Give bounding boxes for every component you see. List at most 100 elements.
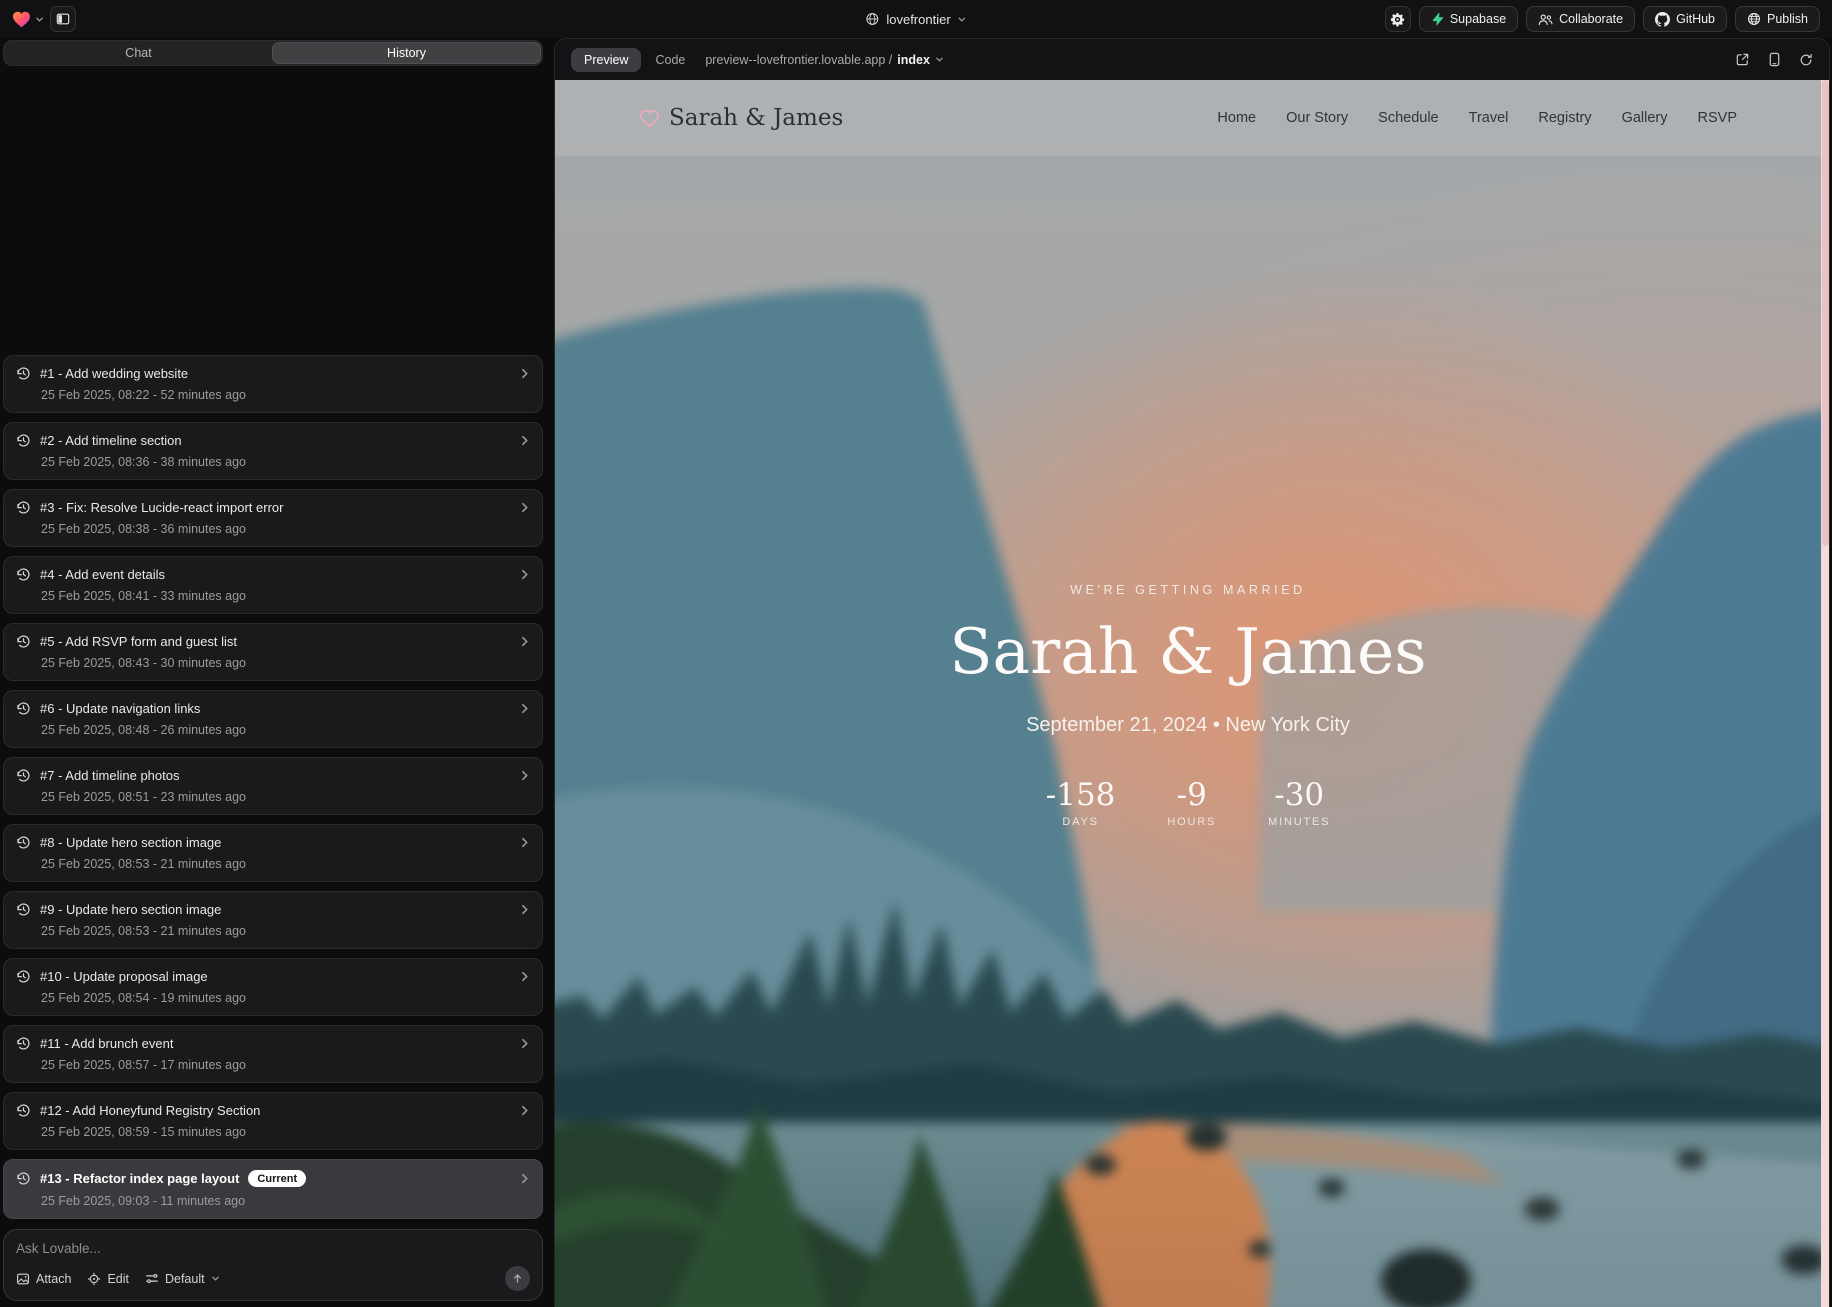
history-item[interactable]: #12 - Add Honeyfund Registry Section 25 … (3, 1092, 543, 1150)
history-item-title: #7 - Add timeline photos (40, 768, 179, 783)
attach-image-icon (16, 1272, 30, 1286)
prompt-input[interactable]: Ask Lovable... (16, 1241, 530, 1256)
countdown-item: -30 MINUTES (1268, 777, 1330, 828)
countdown-label: DAYS (1046, 816, 1116, 828)
tab-history[interactable]: History (272, 42, 541, 64)
history-item[interactable]: #7 - Add timeline photos 25 Feb 2025, 08… (3, 757, 543, 815)
history-item-timestamp: 25 Feb 2025, 08:48 - 26 minutes ago (41, 723, 530, 737)
history-item-timestamp: 25 Feb 2025, 08:53 - 21 minutes ago (41, 857, 530, 871)
model-select[interactable]: Default (145, 1272, 220, 1286)
gear-icon (1390, 12, 1405, 27)
history-item-title: #1 - Add wedding website (40, 366, 188, 381)
preview-url-page: index (897, 53, 930, 67)
history-item[interactable]: #11 - Add brunch event 25 Feb 2025, 08:5… (3, 1025, 543, 1083)
publish-button[interactable]: Publish (1735, 6, 1820, 32)
history-item[interactable]: #8 - Update hero section image 25 Feb 20… (3, 824, 543, 882)
site-nav-link[interactable]: Registry (1538, 110, 1591, 126)
arrow-up-icon (512, 1273, 523, 1284)
preview-scrollbar-thumb[interactable] (1822, 80, 1829, 546)
send-button[interactable] (505, 1266, 530, 1291)
history-item-title: #3 - Fix: Resolve Lucide-react import er… (40, 500, 283, 515)
preview-toolbar: Preview Code preview--lovefrontier.lovab… (555, 39, 1829, 80)
edit-mode-button[interactable]: Edit (87, 1272, 129, 1286)
open-external-button[interactable] (1735, 52, 1750, 67)
site-nav: Home Our Story Schedule Travel Registry Galle… (1217, 110, 1737, 126)
history-item-timestamp: 25 Feb 2025, 08:53 - 21 minutes ago (41, 924, 530, 938)
history-icon (16, 1036, 31, 1051)
history-item-title: #9 - Update hero section image (40, 902, 221, 917)
lovable-logo-menu[interactable] (12, 11, 44, 28)
lovable-heart-icon (12, 11, 31, 28)
wedding-site-preview: Sarah & James Home Our Story Schedule Trave… (555, 80, 1829, 1307)
hero-section: WE'RE GETTING MARRIED Sarah & James Sept… (555, 583, 1821, 828)
chevron-right-icon (519, 770, 530, 781)
chevron-down-icon (935, 55, 944, 64)
site-header: Sarah & James Home Our Story Schedule Trave… (555, 80, 1821, 156)
history-icon (16, 969, 31, 984)
history-item-timestamp: 25 Feb 2025, 08:41 - 33 minutes ago (41, 589, 530, 603)
history-item[interactable]: #3 - Fix: Resolve Lucide-react import er… (3, 489, 543, 547)
history-icon (16, 567, 31, 582)
site-nav-link[interactable]: Home (1217, 110, 1256, 126)
preview-url[interactable]: preview--lovefrontier.lovable.app / inde… (705, 53, 944, 67)
site-logo[interactable]: Sarah & James (639, 105, 843, 131)
settings-button[interactable] (1385, 6, 1411, 32)
history-item[interactable]: #13 - Refactor index page layout Current… (3, 1159, 543, 1219)
chevron-right-icon (519, 971, 530, 982)
history-item-timestamp: 25 Feb 2025, 08:54 - 19 minutes ago (41, 991, 530, 1005)
project-switcher[interactable]: lovefrontier (865, 12, 966, 27)
tab-code[interactable]: Code (655, 53, 685, 67)
sliders-icon (145, 1272, 159, 1285)
history-item-title: #13 - Refactor index page layout (40, 1171, 239, 1186)
collaborate-button[interactable]: Collaborate (1526, 6, 1635, 32)
hero-date: September 21, 2024 • New York City (555, 714, 1821, 737)
site-nav-link[interactable]: Schedule (1378, 110, 1438, 126)
history-item-timestamp: 25 Feb 2025, 08:36 - 38 minutes ago (41, 455, 530, 469)
tab-chat[interactable]: Chat (5, 42, 272, 64)
chat-history-sidebar: Chat History #1 - Add wedding website (0, 38, 546, 1307)
history-icon (16, 1171, 31, 1186)
toggle-sidebar-button[interactable] (50, 6, 76, 32)
supabase-label: Supabase (1450, 12, 1506, 26)
site-nav-link[interactable]: Gallery (1622, 110, 1668, 126)
history-item[interactable]: #2 - Add timeline section 25 Feb 2025, 0… (3, 422, 543, 480)
chevron-right-icon (519, 1038, 530, 1049)
chevron-down-icon (958, 15, 967, 24)
history-item-title: #12 - Add Honeyfund Registry Section (40, 1103, 260, 1118)
site-nav-link[interactable]: Travel (1469, 110, 1509, 126)
history-item-title: #5 - Add RSVP form and guest list (40, 634, 237, 649)
attach-button[interactable]: Attach (16, 1272, 71, 1286)
mobile-view-button[interactable] (1768, 52, 1781, 67)
history-item[interactable]: #6 - Update navigation links 25 Feb 2025… (3, 690, 543, 748)
countdown-value: -9 (1167, 777, 1216, 813)
countdown: -158 DAYS -9 HOURS -30 MINUTES (555, 777, 1821, 828)
history-item[interactable]: #10 - Update proposal image 25 Feb 2025,… (3, 958, 543, 1016)
refresh-button[interactable] (1799, 53, 1813, 67)
history-icon (16, 433, 31, 448)
history-item[interactable]: #5 - Add RSVP form and guest list 25 Feb… (3, 623, 543, 681)
panel-left-icon (56, 12, 70, 26)
history-item-timestamp: 25 Feb 2025, 08:43 - 30 minutes ago (41, 656, 530, 670)
publish-label: Publish (1767, 12, 1808, 26)
supabase-button[interactable]: Supabase (1419, 6, 1518, 32)
history-item[interactable]: #1 - Add wedding website 25 Feb 2025, 08… (3, 355, 543, 413)
app-topbar: lovefrontier Supabase Collaborate (0, 0, 1832, 38)
collaborate-label: Collaborate (1559, 12, 1623, 26)
prompt-input-box[interactable]: Ask Lovable... Attach Edit (3, 1229, 543, 1301)
site-nav-link[interactable]: RSVP (1698, 110, 1738, 126)
preview-scrollbar[interactable] (1821, 80, 1829, 1307)
history-item[interactable]: #4 - Add event details 25 Feb 2025, 08:4… (3, 556, 543, 614)
chevron-right-icon (519, 636, 530, 647)
tab-preview[interactable]: Preview (571, 48, 641, 72)
history-item[interactable]: #9 - Update hero section image 25 Feb 20… (3, 891, 543, 949)
countdown-value: -30 (1268, 777, 1330, 813)
chevron-right-icon (519, 837, 530, 848)
site-nav-link[interactable]: Our Story (1286, 110, 1348, 126)
site-logo-text: Sarah & James (669, 105, 843, 131)
chevron-right-icon (519, 904, 530, 915)
github-button[interactable]: GitHub (1643, 6, 1727, 32)
history-icon (16, 634, 31, 649)
history-item-title: #4 - Add event details (40, 567, 165, 582)
history-item-timestamp: 25 Feb 2025, 08:38 - 36 minutes ago (41, 522, 530, 536)
chevron-right-icon (519, 1105, 530, 1116)
